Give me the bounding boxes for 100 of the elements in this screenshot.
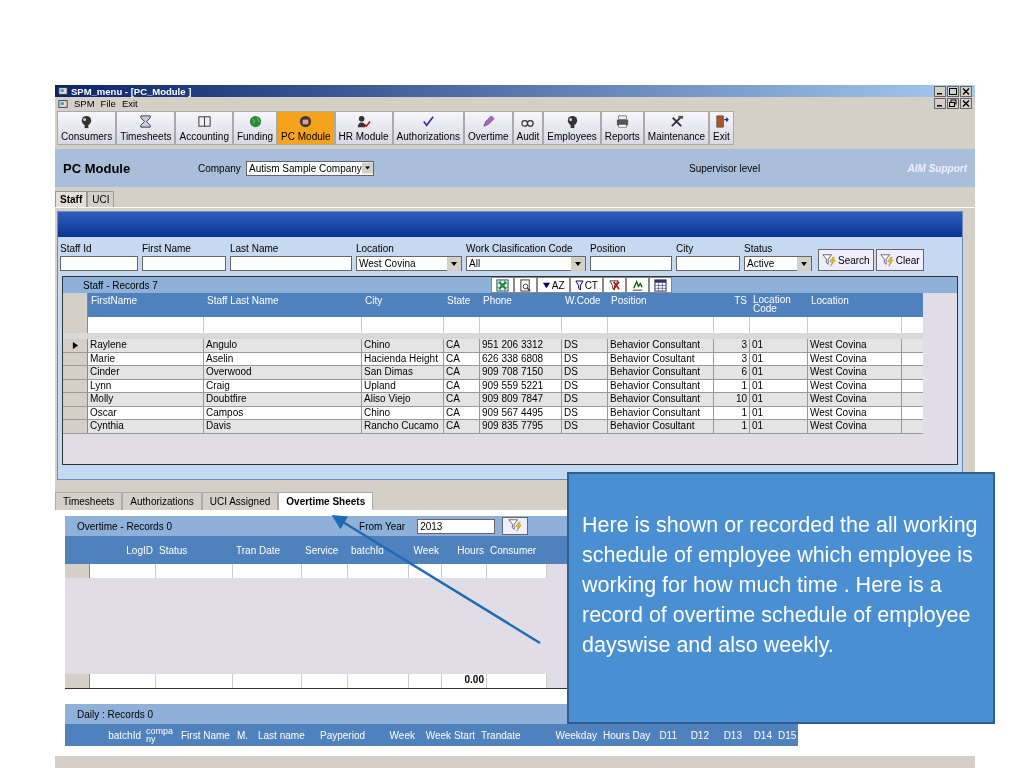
column-header[interactable]: LogID — [90, 542, 156, 558]
filter-input[interactable] — [230, 256, 352, 271]
column-header[interactable]: Payperiod — [317, 727, 378, 743]
toolbar-button[interactable]: Accounting — [175, 111, 233, 145]
table-row[interactable]: Raylene Angulo Chino CA 951 206 3312 DS Behavior Consultant 3 01 West Covina — [63, 339, 923, 353]
column-header[interactable]: Service — [302, 542, 348, 558]
menu-item[interactable]: SPM — [74, 98, 95, 109]
column-header[interactable]: Staff Last Name — [204, 293, 362, 317]
column-header[interactable]: Weekday — [545, 727, 600, 743]
filter-label: City — [676, 243, 695, 254]
table-row[interactable]: Cynthia Davis Rancho Cucamo CA 909 835 7795 DS Behavior Cosultant 1 01 West Covina — [63, 420, 923, 434]
filter-dropdown[interactable]: All — [466, 256, 586, 271]
column-header[interactable]: D12 — [680, 727, 712, 743]
maximize-button[interactable] — [947, 85, 959, 97]
filter-input[interactable] — [590, 256, 672, 271]
grid-caption: Overtime - Records 0 — [77, 520, 173, 532]
table-cell: Behavior Cosultant — [608, 420, 714, 433]
tab[interactable]: Timesheets — [55, 492, 123, 510]
toolbar-button[interactable]: Funding — [232, 111, 278, 145]
toolbar-button[interactable]: Maintenance — [643, 111, 710, 145]
column-header[interactable]: City — [362, 293, 444, 317]
filter-dropdown[interactable]: West Covina — [356, 256, 462, 271]
column-header[interactable]: Location Code — [750, 293, 808, 317]
search-button[interactable]: Search — [818, 249, 874, 271]
close-button[interactable] — [960, 98, 972, 109]
minimize-button[interactable] — [934, 85, 946, 97]
filter-input[interactable] — [142, 256, 226, 271]
column-header[interactable]: State — [444, 293, 480, 317]
company-dropdown[interactable]: Autism Sample Company — [246, 160, 374, 176]
toolbar-button[interactable]: Overtime — [463, 111, 513, 145]
column-header[interactable]: D11 — [652, 727, 680, 743]
column-header[interactable]: batchId — [90, 727, 144, 743]
year-input[interactable]: 2013 — [417, 518, 496, 534]
column-header[interactable]: Tran Date — [233, 542, 302, 558]
table-cell: Behavior Cosultant — [608, 352, 714, 365]
close-button[interactable] — [960, 85, 972, 97]
toolbar-button[interactable]: Audit — [512, 111, 544, 145]
column-header[interactable]: Trandate — [478, 727, 545, 743]
tab[interactable]: UCI — [87, 191, 115, 207]
restore-button[interactable] — [947, 98, 959, 109]
table-row[interactable]: Cinder Overwood San Dimas CA 909 708 7150 DS Behavior Consultant 6 01 West Covina — [63, 366, 923, 380]
toolbar-button[interactable]: Consumers — [57, 111, 117, 145]
filter-icon — [822, 253, 836, 267]
toolbar-button[interactable]: HR Module — [334, 111, 393, 145]
signature-button[interactable] — [626, 277, 649, 293]
column-header[interactable]: TS — [714, 293, 750, 317]
clear-button[interactable]: Clear — [875, 249, 924, 271]
tab[interactable]: Authorizations — [122, 492, 202, 510]
toolbar-button[interactable]: PC Module — [277, 111, 335, 145]
column-header[interactable]: Status — [156, 542, 233, 558]
table-row[interactable]: Molly Doubtfire Aliso Viejo CA 909 809 7847 DS Behavior Consultant 10 01 West Covina — [63, 393, 923, 407]
column-header[interactable]: Phone — [480, 293, 562, 317]
column-header[interactable]: M. — [234, 727, 255, 743]
toolbar-button[interactable]: Exit — [709, 111, 734, 145]
filter-input[interactable] — [60, 256, 138, 271]
column-header[interactable]: D15 — [775, 727, 799, 743]
toolbar-button[interactable]: Employees — [543, 111, 601, 145]
column-header[interactable]: Last name — [255, 727, 317, 743]
preview-button[interactable] — [513, 277, 537, 293]
filter-label: Work Clasification Code — [466, 243, 574, 254]
grid-button[interactable] — [649, 277, 672, 293]
column-header[interactable]: Week Start — [418, 727, 478, 743]
grid-caption: Daily : Records 0 — [77, 708, 154, 720]
menu-item[interactable]: File — [100, 98, 116, 109]
column-header[interactable]: Hours — [442, 542, 487, 558]
toolbar-button[interactable]: Authorizations — [392, 111, 464, 145]
column-header[interactable]: D13 — [712, 727, 745, 743]
column-header[interactable]: batchId — [348, 542, 409, 558]
table-cell: San Dimas — [362, 366, 444, 379]
sort-button[interactable]: AZ — [536, 277, 570, 293]
column-header[interactable]: Position — [608, 293, 714, 317]
column-header[interactable]: First Name — [178, 727, 234, 743]
table-icon — [654, 278, 667, 292]
column-header[interactable]: Week — [409, 542, 442, 558]
table-cell: 01 — [750, 352, 808, 365]
filter-button[interactable]: CT — [569, 277, 603, 293]
tab[interactable]: Overtime Sheets — [278, 492, 374, 510]
column-header[interactable]: Hours Day — [600, 727, 652, 743]
filter-dropdown[interactable]: Active — [744, 256, 812, 271]
toolbar-button[interactable]: Reports — [600, 111, 644, 145]
menu-item[interactable]: Exit — [121, 98, 138, 109]
filter-button[interactable] — [502, 517, 529, 535]
minimize-button[interactable] — [934, 98, 946, 109]
filter-input[interactable] — [676, 256, 740, 271]
clear-filter-button[interactable] — [603, 277, 626, 293]
column-header[interactable]: Consumer — [487, 542, 547, 558]
column-header[interactable]: D14 — [745, 727, 775, 743]
table-cell: Campos — [204, 406, 362, 419]
column-header[interactable]: FirstName — [88, 293, 204, 317]
tab[interactable]: Staff — [55, 191, 88, 207]
column-header[interactable]: company — [144, 727, 178, 743]
column-header[interactable]: Week — [378, 727, 418, 743]
column-header[interactable]: Location — [808, 293, 902, 317]
export-button[interactable] — [490, 277, 514, 293]
table-cell: DS — [562, 352, 608, 365]
signature-icon — [631, 278, 644, 292]
table-cell: 01 — [750, 379, 808, 392]
globe-icon — [247, 114, 263, 129]
column-header[interactable]: W.Code — [562, 293, 608, 317]
toolbar-button[interactable]: Timesheets — [116, 111, 176, 145]
